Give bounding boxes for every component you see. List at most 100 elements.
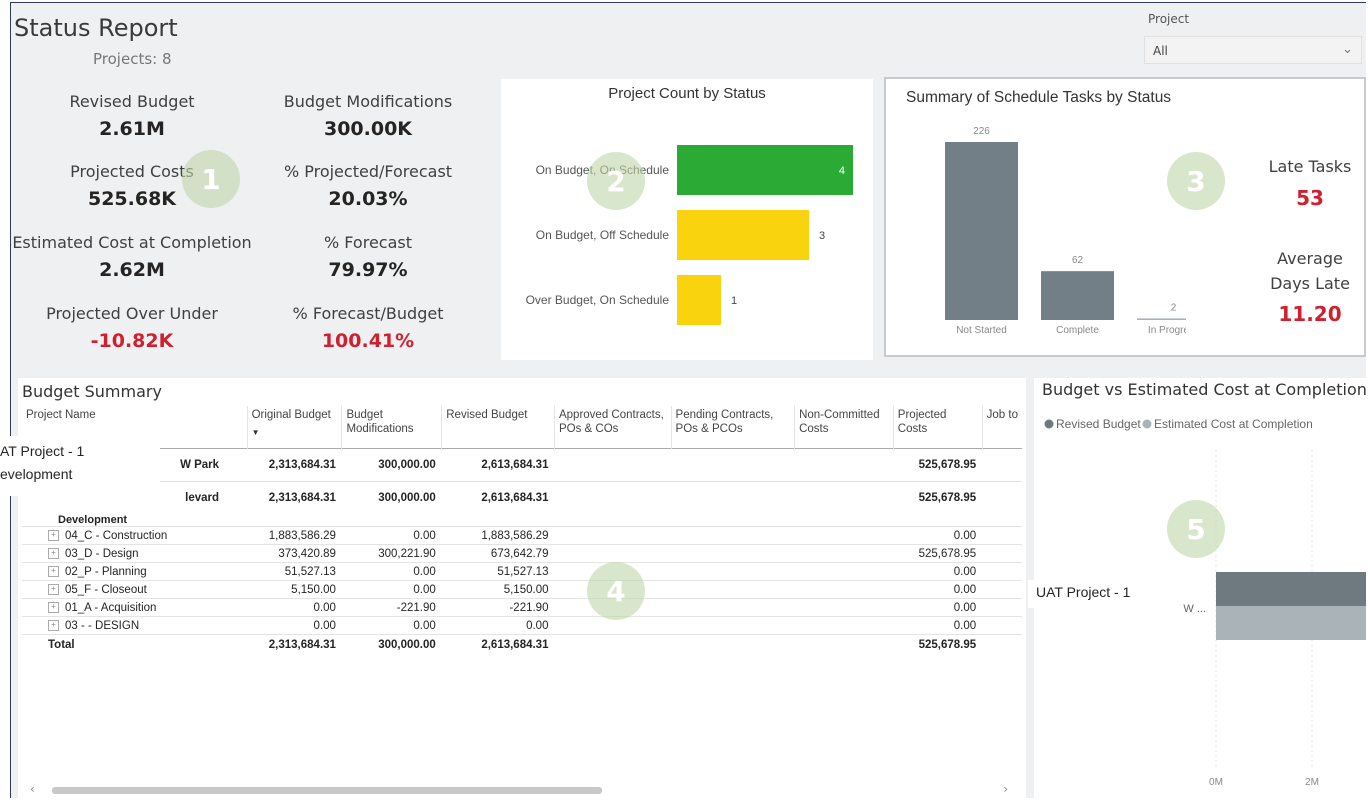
row-original-budget: 373,420.89 [278, 547, 336, 560]
row-tooltip: AT Project - 1 evelopment [0, 436, 160, 496]
row-pending-contracts [671, 617, 795, 635]
kpi-over-under-value: -10.82K [90, 330, 174, 352]
schedule-tasks-panel[interactable]: Summary of Schedule Tasks by Status 226 No… [884, 77, 1366, 357]
callout-badge-3: 3 [1167, 152, 1225, 210]
scrollbar-thumb[interactable] [52, 787, 602, 794]
row-non-committed [795, 581, 894, 599]
bar [1137, 318, 1186, 320]
row-name-label: 01_A - Acquisition [65, 601, 157, 614]
row-projected-costs: 0.00 [953, 529, 977, 542]
chart-title: Summary of Schedule Tasks by Status [906, 89, 1171, 106]
project-count-chart[interactable]: Project Count by StatusOn Budget, On Sch… [501, 79, 873, 360]
row-tooltip-line2: evelopment [0, 466, 73, 482]
total-pending-contracts [671, 635, 795, 655]
table-total-row[interactable]: Total 2,313,684.31 300,000.00 2,613,684.… [22, 634, 1022, 655]
row-revised-budget: 5,150.00 [503, 583, 549, 596]
scroll-left-icon[interactable]: ‹ [30, 782, 35, 796]
row-empty-cells [247, 514, 1022, 527]
row-job-to [982, 545, 1022, 563]
bar-category-label: W ... [1183, 603, 1206, 615]
legend-marker [1044, 419, 1054, 429]
col-header-original-budget[interactable]: Original Budget ▼ [247, 406, 343, 448]
expand-icon[interactable]: + [48, 601, 59, 613]
table-row-group[interactable]: Development [22, 514, 1022, 527]
chart-tooltip: UAT Project - 1 [1028, 580, 1158, 608]
budget-table-wrapper[interactable]: Project Name Original Budget ▼ Budget Mod… [22, 406, 1022, 655]
col-header-budget-mods[interactable]: Budget Modifications [341, 406, 443, 448]
expand-icon[interactable]: + [48, 583, 59, 595]
row-approved-contracts [554, 448, 671, 481]
table-row[interactable]: +03_D - Design 373,420.89 300,221.90 673… [22, 545, 1022, 563]
row-non-committed [795, 563, 894, 581]
col-header-projected-costs[interactable]: Projected Costs [893, 406, 983, 448]
bar [677, 145, 853, 195]
callout-badge-5: 5 [1167, 500, 1225, 558]
table-row[interactable]: levard 2,313,684.31 300,000.00 2,613,684… [22, 481, 1022, 514]
row-name-label: 03 - - DESIGN [65, 619, 140, 632]
row-job-to [982, 448, 1022, 481]
col-header-approved-contracts[interactable]: Approved Contracts, POs & COs [554, 406, 672, 448]
col-header-revised-budget[interactable]: Revised Budget [441, 406, 555, 448]
avg-days-label-line1: Average [1277, 249, 1343, 268]
legend-label: Estimated Cost at Completion [1154, 417, 1313, 431]
total-non-committed [795, 635, 894, 655]
expand-icon[interactable]: + [48, 565, 59, 577]
bar-value-label: 226 [973, 126, 990, 137]
kpi-eac-value: 2.62M [99, 259, 165, 281]
kpi-budget-mods-value: 300.00K [323, 118, 413, 140]
kpi-pct-forecast-value: 79.97% [328, 259, 408, 281]
row-pending-contracts [671, 563, 795, 581]
table-row[interactable]: +04_C - Construction 1,883,586.29 0.00 1… [22, 527, 1022, 545]
table-row[interactable]: +01_A - Acquisition 0.00 -221.90 -221.90… [22, 599, 1022, 617]
kpi-pct-proj-forecast-value: 20.03% [328, 188, 408, 210]
bar-category-label: Not Started [956, 325, 1007, 336]
table-row[interactable]: +02_P - Planning 51,527.13 0.00 51,527.1… [22, 563, 1022, 581]
x-tick-label: 2M [1305, 777, 1319, 788]
table-row[interactable]: +05_F - Closeout 5,150.00 0.00 5,150.00 … [22, 581, 1022, 599]
project-filter-dropdown[interactable]: All ⌄ [1144, 36, 1362, 64]
table-horizontal-scrollbar[interactable]: ‹ › [22, 782, 1012, 796]
row-budget-mods: 0.00 [413, 529, 436, 542]
expand-icon[interactable]: + [48, 547, 59, 559]
bar-value-label: 1 [731, 295, 737, 307]
expand-icon[interactable]: + [48, 619, 59, 631]
row-name-label: 02_P - Planning [65, 565, 147, 578]
late-tasks-value: 53 [1296, 186, 1324, 210]
col-header-non-committed[interactable]: Non-Committed Costs [794, 406, 894, 448]
row-original-budget: 1,883,586.29 [268, 529, 336, 542]
chevron-down-icon: ⌄ [1342, 42, 1353, 57]
row-projected-costs: 0.00 [953, 565, 977, 578]
row-projected-costs: 0.00 [953, 601, 977, 614]
table-row[interactable]: W Park 2,313,684.31 300,000.00 2,613,684… [22, 448, 1022, 481]
row-project-name: +04_C - Construction [22, 527, 247, 545]
row-projected-costs: 525,678.95 [918, 491, 977, 504]
row-project-name: +02_P - Planning [22, 563, 247, 581]
budget-summary-table: Project Name Original Budget ▼ Budget Mod… [22, 406, 1022, 655]
table-row[interactable]: +03 - - DESIGN 0.00 0.00 0.00 0.00 [22, 617, 1022, 635]
row-revised-budget: 0.00 [526, 619, 549, 632]
row-job-to [982, 481, 1022, 514]
row-revised-budget: -221.90 [509, 601, 549, 614]
kpi-pct-forecast-budget-label: % Forecast/Budget [292, 304, 444, 323]
expand-icon[interactable]: + [48, 529, 59, 541]
row-job-to [982, 581, 1022, 599]
row-approved-contracts [554, 545, 671, 563]
bar [677, 275, 721, 325]
row-original-budget: 5,150.00 [291, 583, 336, 596]
row-revised-budget: 51,527.13 [497, 565, 549, 578]
row-pending-contracts [671, 448, 795, 481]
row-project-name: Development [58, 514, 128, 526]
projects-count: Projects: 8 [93, 50, 172, 68]
kpi-budget-mods-label: Budget Modifications [283, 92, 453, 111]
row-pending-contracts [671, 599, 795, 617]
kpi-pct-forecast-label: % Forecast [324, 233, 412, 252]
row-projected-costs: 0.00 [953, 619, 977, 632]
scroll-right-icon[interactable]: › [1003, 782, 1008, 796]
row-pending-contracts [671, 481, 795, 514]
col-header-pending-contracts[interactable]: Pending Contracts, POs & PCOs [671, 406, 796, 448]
col-header-job-to[interactable]: Job to [982, 406, 1022, 448]
bar-category-label: In Progress [1148, 325, 1186, 336]
kpi-eac-label: Estimated Cost at Completion [12, 233, 252, 252]
row-non-committed [795, 545, 894, 563]
row-pending-contracts [671, 527, 795, 545]
